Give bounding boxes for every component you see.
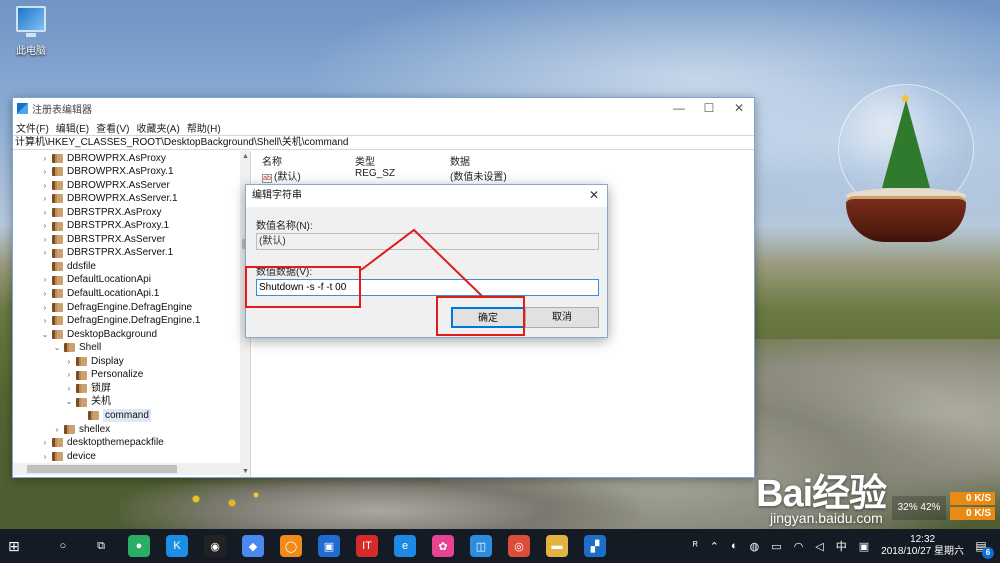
- ime-indicator[interactable]: 中: [836, 538, 847, 554]
- person-icon[interactable]: ᴿ: [693, 540, 698, 552]
- search-icon[interactable]: ○: [52, 535, 74, 557]
- clock[interactable]: 12:32 2018/10/27 星期六: [881, 534, 964, 558]
- color-app-icon[interactable]: ✿: [432, 535, 454, 557]
- download-speed: 0 K/S: [950, 507, 995, 520]
- clock-time: 12:32: [910, 534, 936, 545]
- ime-mode-icon[interactable]: ▣: [859, 540, 869, 553]
- notification-count: 6: [982, 547, 994, 559]
- wechat-icon[interactable]: ●: [128, 535, 150, 557]
- tablet-icon[interactable]: ▭: [771, 540, 781, 553]
- netspeed-percent: 32% 42%: [892, 496, 946, 520]
- windows-start-icon[interactable]: ⊞: [8, 538, 30, 555]
- qq-icon[interactable]: ◉: [204, 535, 226, 557]
- netspeed-widget[interactable]: 0 K/S 0 K/S: [950, 492, 995, 522]
- chevron-up-icon[interactable]: ⌃: [710, 540, 719, 553]
- wifi-icon[interactable]: ◠: [794, 540, 804, 553]
- clock-date: 2018/10/27 星期六: [881, 546, 964, 557]
- volume-icon[interactable]: ◁: [815, 540, 823, 553]
- baidu-watermark-url: jingyan.baidu.com: [770, 510, 883, 526]
- notification-icon[interactable]: ▤ 6: [970, 535, 994, 559]
- dingtalk-icon[interactable]: ◆: [242, 535, 264, 557]
- explorer-icon[interactable]: ▬: [546, 535, 568, 557]
- baidu-watermark: Bai经验: [756, 473, 887, 515]
- ring-app-icon[interactable]: ◯: [280, 535, 302, 557]
- office-icon[interactable]: ▣: [318, 535, 340, 557]
- system-tray: ᴿ ⌃ ◐ ◍ ▭ ◠ ◁ 中 ▣ 12:32 2018/10/27 星期六 ▤…: [687, 529, 1000, 563]
- security-icon[interactable]: ◐: [731, 540, 738, 552]
- app-tray-icon[interactable]: ◍: [750, 540, 760, 553]
- task-view-icon[interactable]: ⧉: [90, 535, 112, 557]
- kuaiya-icon[interactable]: K: [166, 535, 188, 557]
- taskbar: ⊞ ○ ⧉ ● K ◉ ◆ ◯ ▣ IT e ✿ ◫ ◎ ▬ ▞ ᴿ ⌃ ◐ ◍ ▭ ◠ ◁ 中 ▣ 1…: [0, 529, 1000, 563]
- upload-speed: 0 K/S: [950, 492, 995, 505]
- it-app-icon[interactable]: IT: [356, 535, 378, 557]
- ie-icon[interactable]: e: [394, 535, 416, 557]
- store-icon[interactable]: ◫: [470, 535, 492, 557]
- chrome-icon[interactable]: ◎: [508, 535, 530, 557]
- regedit-icon[interactable]: ▞: [584, 535, 606, 557]
